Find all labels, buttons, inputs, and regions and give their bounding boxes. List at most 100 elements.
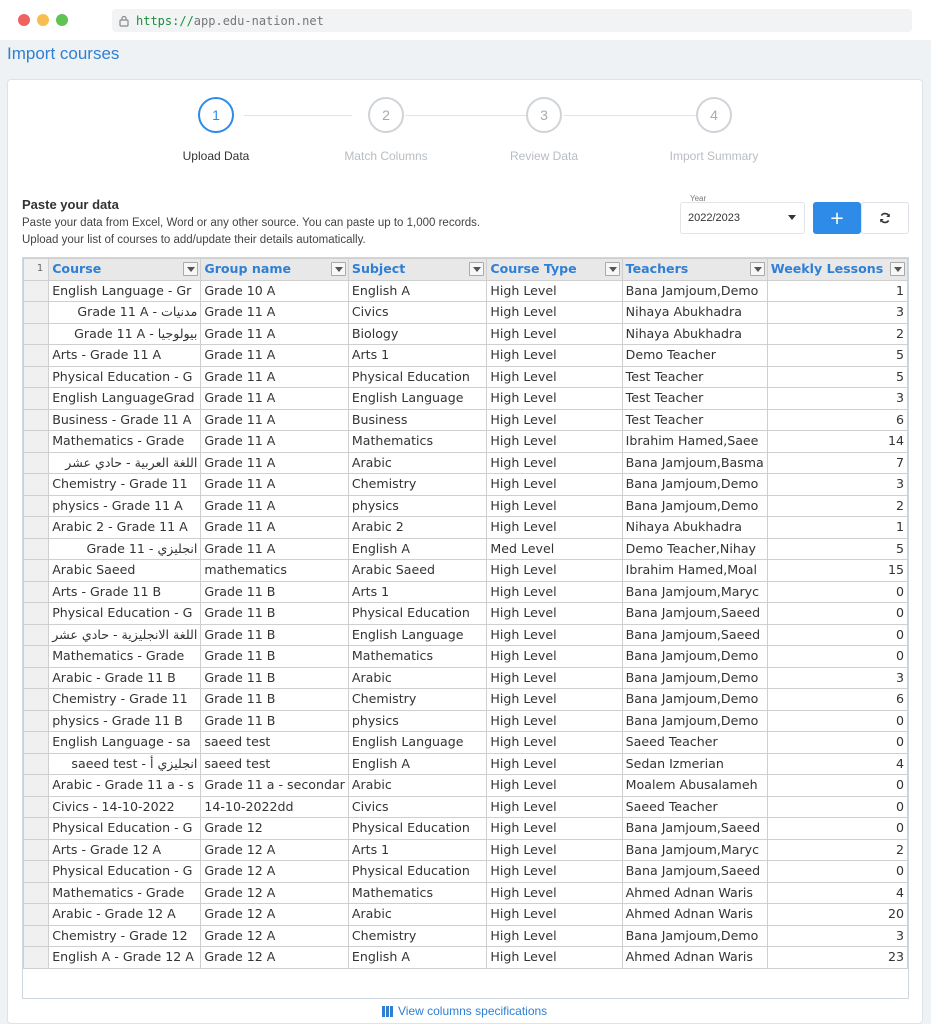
- cell-group-name[interactable]: Grade 11 A: [200, 451, 349, 474]
- step-review-data[interactable]: 3 Review Data: [479, 97, 609, 163]
- cell-course-type[interactable]: High Level: [486, 666, 623, 689]
- cell-subject[interactable]: physics: [347, 709, 488, 732]
- cell-subject[interactable]: Physical Education: [347, 365, 488, 388]
- cell-teachers[interactable]: Nihaya Abukhadra: [621, 322, 768, 345]
- cell-teachers[interactable]: Demo Teacher: [621, 344, 768, 367]
- cell-weekly-lessons[interactable]: 2: [766, 322, 908, 345]
- cell-subject[interactable]: Mathematics: [347, 645, 488, 668]
- cell-course[interactable]: English LanguageGrad: [48, 387, 202, 410]
- cell-course-type[interactable]: High Level: [486, 688, 623, 711]
- cell-subject[interactable]: Mathematics: [347, 430, 488, 453]
- cell-subject[interactable]: English Language: [347, 731, 488, 754]
- cell-subject[interactable]: Business: [347, 408, 488, 431]
- cell-weekly-lessons[interactable]: 0: [766, 795, 908, 818]
- cell-course[interactable]: انجليزي أ - saeed test: [48, 752, 202, 775]
- cell-weekly-lessons[interactable]: 4: [766, 752, 908, 775]
- cell-teachers[interactable]: Bana Jamjoum,Maryc: [621, 580, 768, 603]
- cell-course-type[interactable]: High Level: [486, 408, 623, 431]
- cell-teachers[interactable]: Ahmed Adnan Waris: [621, 903, 768, 926]
- chevron-down-icon[interactable]: [749, 262, 765, 276]
- cell-teachers[interactable]: Ahmed Adnan Waris: [621, 881, 768, 904]
- cell-teachers[interactable]: Nihaya Abukhadra: [621, 301, 768, 324]
- cell-subject[interactable]: Physical Education: [347, 602, 488, 625]
- view-columns-specifications-link[interactable]: View columns specifications: [382, 1004, 547, 1018]
- cell-course-type[interactable]: High Level: [486, 774, 623, 797]
- cell-group-name[interactable]: Grade 10 A: [200, 279, 349, 302]
- column-header-weekly-lessons[interactable]: Weekly Lessons: [766, 258, 908, 281]
- cell-course[interactable]: Chemistry - Grade 11: [48, 473, 202, 496]
- cell-course[interactable]: Business - Grade 11 A: [48, 408, 202, 431]
- cell-subject[interactable]: Civics: [347, 795, 488, 818]
- cell-group-name[interactable]: Grade 12 A: [200, 881, 349, 904]
- cell-group-name[interactable]: Grade 11 A: [200, 408, 349, 431]
- cell-teachers[interactable]: Bana Jamjoum,Demo: [621, 688, 768, 711]
- cell-course[interactable]: physics - Grade 11 B: [48, 709, 202, 732]
- cell-subject[interactable]: Arts 1: [347, 344, 488, 367]
- cell-group-name[interactable]: Grade 11 B: [200, 602, 349, 625]
- cell-teachers[interactable]: Test Teacher: [621, 365, 768, 388]
- cell-course-type[interactable]: High Level: [486, 344, 623, 367]
- cell-subject[interactable]: English Language: [347, 623, 488, 646]
- cell-weekly-lessons[interactable]: 0: [766, 709, 908, 732]
- cell-weekly-lessons[interactable]: 0: [766, 731, 908, 754]
- cell-course[interactable]: physics - Grade 11 A: [48, 494, 202, 517]
- cell-teachers[interactable]: Saeed Teacher: [621, 795, 768, 818]
- cell-teachers[interactable]: Saeed Teacher: [621, 731, 768, 754]
- cell-group-name[interactable]: Grade 12: [200, 817, 349, 840]
- cell-weekly-lessons[interactable]: 0: [766, 623, 908, 646]
- refresh-button[interactable]: [861, 202, 909, 234]
- cell-weekly-lessons[interactable]: 5: [766, 365, 908, 388]
- cell-subject[interactable]: English A: [347, 537, 488, 560]
- cell-teachers[interactable]: Ahmed Adnan Waris: [621, 946, 768, 969]
- cell-group-name[interactable]: Grade 11 B: [200, 688, 349, 711]
- cell-weekly-lessons[interactable]: 0: [766, 580, 908, 603]
- cell-course[interactable]: Physical Education - G: [48, 860, 202, 883]
- cell-weekly-lessons[interactable]: 3: [766, 666, 908, 689]
- column-header-course-type[interactable]: Course Type: [486, 258, 623, 281]
- cell-subject[interactable]: English A: [347, 279, 488, 302]
- cell-weekly-lessons[interactable]: 2: [766, 838, 908, 861]
- cell-weekly-lessons[interactable]: 14: [766, 430, 908, 453]
- cell-course-type[interactable]: High Level: [486, 365, 623, 388]
- cell-teachers[interactable]: Ibrahim Hamed,Moal: [621, 559, 768, 582]
- cell-subject[interactable]: Chemistry: [347, 473, 488, 496]
- cell-subject[interactable]: Arts 1: [347, 838, 488, 861]
- cell-teachers[interactable]: Moalem Abusalameh: [621, 774, 768, 797]
- cell-course-type[interactable]: High Level: [486, 473, 623, 496]
- cell-course[interactable]: بيولوجيا - Grade 11 A: [48, 322, 202, 345]
- cell-group-name[interactable]: Grade 12 A: [200, 860, 349, 883]
- cell-course-type[interactable]: High Level: [486, 838, 623, 861]
- column-header-teachers[interactable]: Teachers: [621, 258, 768, 281]
- cell-weekly-lessons[interactable]: 0: [766, 860, 908, 883]
- cell-subject[interactable]: Arabic: [347, 903, 488, 926]
- cell-subject[interactable]: English Language: [347, 387, 488, 410]
- cell-teachers[interactable]: Ibrahim Hamed,Saee: [621, 430, 768, 453]
- address-bar[interactable]: https://app.edu-nation.net: [112, 9, 912, 32]
- cell-course-type[interactable]: High Level: [486, 430, 623, 453]
- cell-course[interactable]: Arabic Saeed: [48, 559, 202, 582]
- cell-teachers[interactable]: Bana Jamjoum,Demo: [621, 924, 768, 947]
- cell-teachers[interactable]: Bana Jamjoum,Basma: [621, 451, 768, 474]
- cell-teachers[interactable]: Test Teacher: [621, 408, 768, 431]
- cell-group-name[interactable]: Grade 12 A: [200, 903, 349, 926]
- cell-subject[interactable]: physics: [347, 494, 488, 517]
- cell-subject[interactable]: Biology: [347, 322, 488, 345]
- cell-course[interactable]: Arabic - Grade 11 B: [48, 666, 202, 689]
- cell-subject[interactable]: Arabic: [347, 451, 488, 474]
- cell-course-type[interactable]: High Level: [486, 645, 623, 668]
- cell-teachers[interactable]: Bana Jamjoum,Saeed: [621, 623, 768, 646]
- cell-weekly-lessons[interactable]: 0: [766, 774, 908, 797]
- chevron-down-icon[interactable]: [183, 262, 199, 276]
- cell-teachers[interactable]: Bana Jamjoum,Saeed: [621, 602, 768, 625]
- cell-weekly-lessons[interactable]: 1: [766, 279, 908, 302]
- chevron-down-icon[interactable]: [469, 262, 485, 276]
- cell-group-name[interactable]: Grade 11 A: [200, 301, 349, 324]
- cell-course[interactable]: انجليزي - Grade 11: [48, 537, 202, 560]
- cell-course[interactable]: English A - Grade 12 A: [48, 946, 202, 969]
- cell-group-name[interactable]: Grade 11 A: [200, 322, 349, 345]
- cell-group-name[interactable]: Grade 12 A: [200, 838, 349, 861]
- cell-course[interactable]: اللغة الانجليزية - حادي عشر: [48, 623, 202, 646]
- cell-subject[interactable]: Arabic 2: [347, 516, 488, 539]
- cell-course-type[interactable]: High Level: [486, 301, 623, 324]
- cell-course[interactable]: Arabic - Grade 11 a - s: [48, 774, 202, 797]
